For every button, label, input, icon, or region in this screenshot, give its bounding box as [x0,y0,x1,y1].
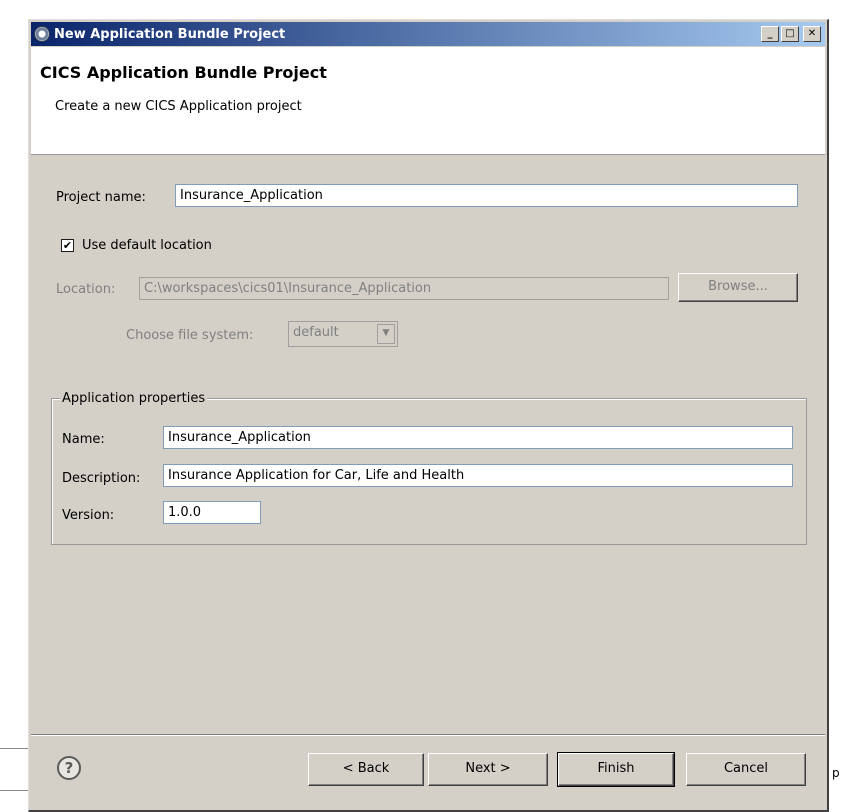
help-icon[interactable]: ? [57,756,81,780]
close-button[interactable]: ✕ [803,26,821,42]
window-title: New Application Bundle Project [54,26,286,42]
cancel-button[interactable]: Cancel [686,753,806,786]
project-name-label: Project name: [56,190,146,205]
location-label: Location: [56,282,116,297]
use-default-location-label: Use default location [82,238,212,253]
minimize-button[interactable]: _ [761,26,779,42]
app-version-label: Version: [62,508,115,523]
dialog-window: New Application Bundle Project _ □ ✕ CIC… [28,19,829,812]
wizard-banner: CICS Application Bundle Project Create a… [31,47,825,155]
page-title: CICS Application Bundle Project [40,63,327,82]
next-button[interactable]: Next > [428,753,548,786]
application-properties-group: Application properties Name: Description… [51,391,807,545]
location-input[interactable] [139,277,669,300]
chevron-down-icon[interactable]: ▼ [377,324,395,344]
use-default-location-checkbox[interactable]: ✔ [61,239,74,252]
back-button[interactable]: < Back [308,753,424,786]
app-description-input[interactable] [163,464,793,487]
maximize-button[interactable]: □ [781,26,799,42]
title-bar[interactable]: New Application Bundle Project _ □ ✕ [31,22,825,46]
file-system-label: Choose file system: [126,328,254,343]
app-version-input[interactable] [163,501,261,524]
finish-button[interactable]: Finish [557,752,675,787]
background-divider-lower [0,790,28,791]
application-properties-legend: Application properties [60,391,208,406]
app-name-input[interactable] [163,426,793,449]
background-partial-text: p [832,766,840,780]
gear-icon [34,26,50,42]
background-divider [0,748,28,749]
browse-button[interactable]: Browse... [678,273,798,302]
project-name-input[interactable] [175,184,798,207]
file-system-select[interactable]: default ▼ [288,321,398,347]
app-name-label: Name: [62,432,105,447]
file-system-value: default [293,325,339,340]
app-description-label: Description: [62,471,141,486]
page-description: Create a new CICS Application project [55,99,302,114]
footer-separator [31,734,825,736]
